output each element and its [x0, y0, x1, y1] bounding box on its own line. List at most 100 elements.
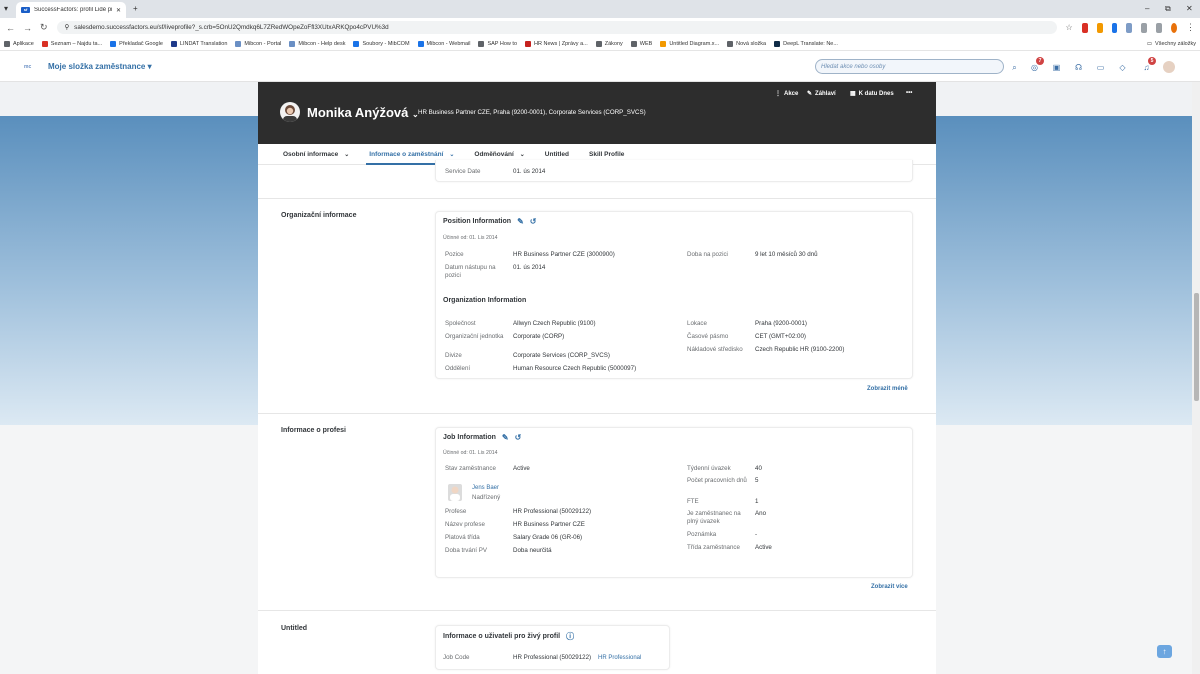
scrollbar-thumb[interactable]	[1194, 293, 1199, 401]
field-value: Active	[755, 544, 772, 551]
close-tab-icon[interactable]: ✕	[116, 7, 121, 14]
star-icon[interactable]: ☆	[1065, 22, 1073, 33]
browser-tab-strip: ▾ sf SuccessFactors: profil Lidé pro ✕ +…	[0, 0, 1200, 18]
search-icon[interactable]: ⌕	[1010, 63, 1019, 72]
copilot-icon[interactable]: ◇	[1118, 63, 1127, 72]
org-section-title: Organizační informace	[281, 212, 357, 219]
field-value: 1	[755, 498, 759, 505]
actions-button[interactable]: ⋮ Akce	[775, 90, 798, 98]
calendar-icon: ▦	[850, 91, 856, 97]
chrome-menu-icon[interactable]: ⋮	[1186, 22, 1195, 33]
extension-icon[interactable]	[1096, 22, 1103, 33]
headset-icon[interactable]: ☊	[1074, 63, 1083, 72]
bookmark-item[interactable]: Soubory - MibCOM	[353, 40, 410, 47]
all-bookmarks-label: Všechny záložky	[1155, 40, 1196, 47]
bookmark-item[interactable]: Nová složka	[727, 40, 767, 47]
bookmark-label: Aplikace	[13, 40, 34, 47]
forward-button[interactable]: →	[23, 23, 32, 33]
field-value: CET (GMT+02:00)	[755, 333, 806, 340]
extensions-puzzle-icon[interactable]	[1141, 22, 1148, 33]
manager-photo[interactable]	[448, 484, 462, 501]
field-value: Doba neurčitá	[513, 547, 552, 554]
company-logo[interactable]: mc	[24, 64, 31, 70]
successfactors-favicon: sf	[21, 7, 30, 13]
sf-top-header: mc Moje složka zaměstnance ▾ Hledat akce…	[0, 51, 1200, 82]
bookmark-item[interactable]: HR News | Zprávy a...	[525, 40, 588, 47]
reload-button[interactable]: ↻	[40, 22, 48, 33]
edit-icon[interactable]: ✎	[502, 433, 509, 442]
all-bookmarks-button[interactable]: ▭ Všechny záložky	[1147, 41, 1196, 47]
field-label: Nákladové středisko	[687, 346, 743, 353]
field-value: Ano	[755, 510, 767, 517]
profile-content: Monika Anýžová ⌄ HR Business Partner CZE…	[258, 82, 936, 674]
bookmark-label: Soubory - MibCOM	[362, 40, 410, 47]
bookmark-label: Nová složka	[736, 40, 767, 47]
manager-link[interactable]: Jens Baer	[472, 485, 499, 491]
field-value: HR Business Partner CZE (3000900)	[513, 251, 615, 258]
scroll-to-top-button[interactable]: ↑	[1157, 645, 1172, 658]
profile-photo[interactable]	[280, 102, 300, 122]
bookmark-item[interactable]: Mibcon - Portal	[235, 40, 281, 47]
profile-avatar-icon[interactable]	[1171, 22, 1177, 33]
person-photo-icon	[283, 105, 297, 122]
extension-icon[interactable]	[1081, 22, 1088, 33]
bookmark-icon	[630, 40, 637, 47]
bookmark-item[interactable]: DeepL Translate: Ne...	[774, 40, 838, 47]
section-divider	[258, 198, 936, 199]
bookmark-item[interactable]: Mibcon - Help desk	[289, 40, 345, 47]
side-panel-icon[interactable]	[1156, 22, 1163, 33]
bookmark-item[interactable]: Seznam – Najdu ta...	[41, 40, 102, 47]
minimize-button[interactable]: –	[1145, 4, 1149, 13]
site-info-icon[interactable]: ⚲	[65, 24, 70, 31]
bookmark-item[interactable]: SAP How to	[478, 40, 518, 47]
as-of-date-button[interactable]: ▦ K datu Dnes	[850, 90, 894, 98]
url-field[interactable]: ⚲ salesdemo.successfactors.eu/sf/livepro…	[56, 21, 1057, 34]
field-value: 40	[755, 465, 762, 472]
bookmark-item[interactable]: Zákony	[595, 40, 623, 47]
chevron-down-icon: ⌄	[449, 152, 455, 158]
chevron-down-icon: ⌄	[519, 152, 525, 158]
show-less-link[interactable]: Zobrazit méně	[867, 386, 908, 392]
tab-personal-info[interactable]: Osobní informace ⌄	[283, 144, 357, 165]
job-code-link[interactable]: HR Professional	[598, 655, 641, 661]
bookmark-item[interactable]: Mibcon - Webmail	[417, 40, 470, 47]
browser-tab[interactable]: sf SuccessFactors: profil Lidé pro ✕	[16, 2, 126, 18]
bookmark-item[interactable]: WEB	[630, 40, 652, 47]
bookmark-item[interactable]: LINDAT Translation	[170, 40, 227, 47]
position-card-title: Position Information	[443, 218, 512, 225]
tab-label: Odměňování	[474, 151, 514, 158]
show-more-link[interactable]: Zobrazit více	[871, 584, 908, 590]
chat-icon[interactable]: ▣	[1052, 63, 1061, 72]
field-label: Oddělení	[445, 365, 471, 372]
field-label: Název profese	[445, 521, 485, 528]
new-tab-button[interactable]: +	[133, 4, 138, 13]
org-info-subtitle: Organization Information	[443, 297, 527, 304]
history-icon[interactable]: ↺	[515, 433, 522, 442]
help-icon[interactable]: ⓘ	[566, 631, 574, 642]
tab-title: SuccessFactors: profil Lidé pro	[34, 7, 112, 13]
extension-icon[interactable]	[1111, 22, 1118, 33]
bookmark-label: SAP How to	[487, 40, 518, 47]
history-icon[interactable]: ↺	[530, 217, 537, 226]
bookmark-item[interactable]: Překladač Google	[110, 40, 163, 47]
header-button[interactable]: ✎ Záhlaví	[807, 90, 836, 98]
user-avatar[interactable]	[1163, 61, 1175, 73]
overflow-menu-button[interactable]: •••	[906, 90, 912, 96]
edit-icon[interactable]: ✎	[517, 217, 524, 226]
extension-icon[interactable]	[1126, 22, 1133, 33]
close-window-button[interactable]: ✕	[1186, 4, 1193, 13]
more-vertical-icon: ⋮	[775, 91, 781, 97]
tab-list-icon[interactable]: ▾	[4, 4, 8, 13]
field-value: HR Professional (50029122)	[513, 508, 592, 515]
bookmark-icon	[727, 40, 734, 47]
profile-name[interactable]: Monika Anýžová ⌄	[307, 105, 419, 120]
maximize-button[interactable]: ⧉	[1165, 4, 1171, 14]
module-switcher[interactable]: Moje složka zaměstnance ▾	[48, 62, 152, 71]
bookmark-item[interactable]: Aplikace	[4, 40, 34, 47]
chevron-down-icon: ⌄	[344, 152, 350, 158]
bookmark-item[interactable]: Untitled Diagram.x...	[660, 40, 719, 47]
message-icon[interactable]: ▭	[1096, 63, 1105, 72]
bookmark-icon	[417, 40, 424, 47]
global-search-input[interactable]: Hledat akce nebo osoby	[815, 59, 1004, 74]
back-button[interactable]: ←	[6, 23, 15, 33]
